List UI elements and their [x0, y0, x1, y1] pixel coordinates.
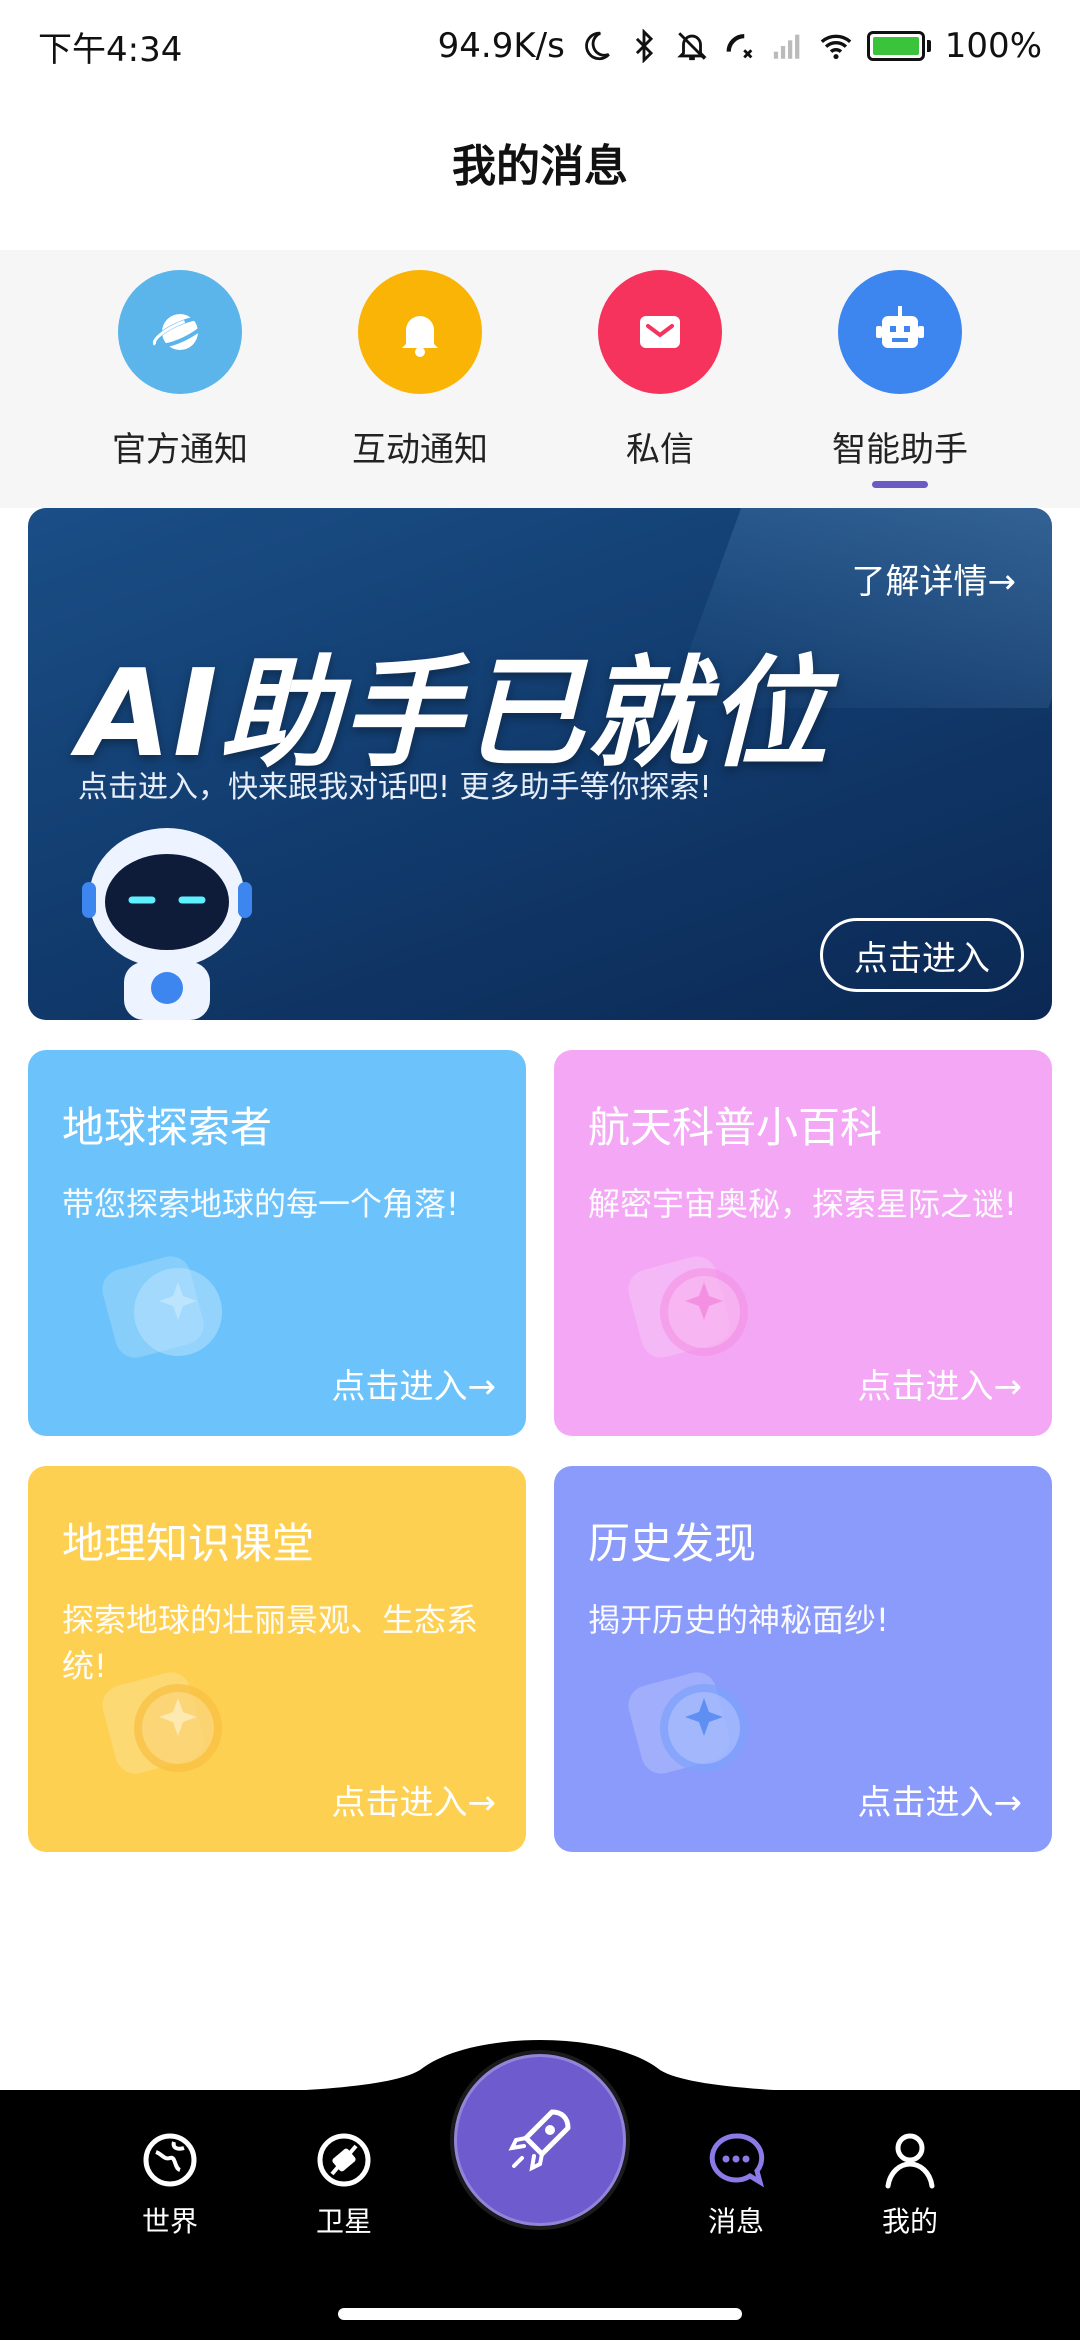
status-icons: 94.9K/s 100%: [438, 26, 1042, 66]
ai-assistant-banner[interactable]: 了解详情→ AI助手已就位 点击进入，快来跟我对话吧! 更多助手等你探索! 点击…: [28, 508, 1052, 1020]
nav-satellite[interactable]: 卫星: [284, 2130, 404, 2240]
battery-icon: [866, 31, 931, 61]
category-label: 官方通知: [112, 430, 248, 470]
sparkle-badge-icon: [102, 1256, 222, 1358]
card-space-encyclopedia[interactable]: 航天科普小百科 解密宇宙奥秘，探索星际之谜! 点击进入→: [554, 1050, 1052, 1436]
bell-muted-icon: [677, 32, 707, 61]
card-title: 航天科普小百科: [588, 1103, 883, 1152]
message-categories: 官方通知 互动通知 私信 智能助手: [0, 250, 1080, 508]
satellite-icon: [317, 2133, 371, 2187]
chat-icon: [709, 2133, 765, 2188]
moon-icon: [584, 31, 610, 61]
planet-icon: [118, 270, 242, 394]
enter-button[interactable]: 点击进入: [820, 918, 1024, 992]
mail-icon: [598, 270, 722, 394]
category-official[interactable]: 官方通知: [80, 250, 280, 508]
category-private-message[interactable]: 私信: [560, 250, 760, 508]
center-button-ring: [454, 2054, 626, 2226]
nav-label: 世界: [141, 2205, 198, 2238]
card-enter-link[interactable]: 点击进入→: [332, 1359, 497, 1408]
card-title: 历史发现: [588, 1519, 757, 1568]
card-geography-class[interactable]: 地理知识课堂 探索地球的壮丽景观、生态系统! 点击进入→: [28, 1466, 526, 1852]
wifi-icon: [820, 34, 852, 60]
category-interaction[interactable]: 互动通知: [320, 250, 520, 508]
card-title: 地理知识课堂: [62, 1519, 315, 1568]
category-assistant[interactable]: 智能助手: [800, 250, 1000, 508]
category-label: 互动通知: [352, 430, 488, 470]
battery-percent: 100%: [944, 26, 1042, 66]
net-speed: 94.9K/s: [437, 26, 565, 66]
card-enter-link[interactable]: 点击进入→: [858, 1775, 1023, 1824]
card-enter-link[interactable]: 点击进入→: [858, 1359, 1023, 1408]
card-enter-link[interactable]: 点击进入→: [332, 1775, 497, 1824]
person-icon: [885, 2133, 935, 2189]
signal-icon: [773, 34, 800, 59]
call-missed-icon: [726, 33, 753, 59]
card-earth-explorer[interactable]: 地球探索者 带您探索地球的每一个角落! 点击进入→: [28, 1050, 526, 1436]
banner-subtitle: 点击进入，快来跟我对话吧! 更多助手等你探索!: [78, 770, 712, 805]
card-title: 地球探索者: [62, 1103, 273, 1152]
bluetooth-icon: [635, 29, 653, 63]
card-subtitle: 解密宇宙奥秘，探索星际之谜!: [588, 1185, 1017, 1223]
card-subtitle: 揭开历史的神秘面纱!: [588, 1601, 889, 1639]
card-history-discovery[interactable]: 历史发现 揭开历史的神秘面纱! 点击进入→: [554, 1466, 1052, 1852]
card-subtitle: 带您探索地球的每一个角落!: [62, 1185, 459, 1223]
nav-profile[interactable]: 我的: [850, 2130, 970, 2240]
status-time: 下午4:34: [38, 29, 183, 70]
status-bar: 下午4:34 94.9K/s 100%: [0, 0, 1080, 92]
nav-label: 卫星: [315, 2205, 372, 2238]
learn-more-link[interactable]: 了解详情→: [852, 554, 1017, 603]
nav-label: 我的: [881, 2205, 938, 2238]
category-label: 私信: [626, 430, 694, 470]
globe-icon: [143, 2133, 197, 2187]
bell-icon: [358, 270, 482, 394]
page-title: 我的消息: [452, 141, 628, 192]
home-indicator[interactable]: [338, 2308, 742, 2320]
selected-indicator: [872, 481, 928, 488]
nav-label: 消息: [707, 2205, 764, 2238]
robot-mascot-icon: [82, 828, 252, 1020]
sparkle-badge-icon: [628, 1672, 748, 1774]
category-label: 智能助手: [832, 430, 968, 470]
robot-icon: [838, 270, 962, 394]
sparkle-badge-icon: [102, 1672, 222, 1774]
nav-world[interactable]: 世界: [110, 2130, 230, 2240]
nav-messages[interactable]: 消息: [676, 2130, 796, 2240]
sparkle-badge-icon: [628, 1256, 748, 1358]
